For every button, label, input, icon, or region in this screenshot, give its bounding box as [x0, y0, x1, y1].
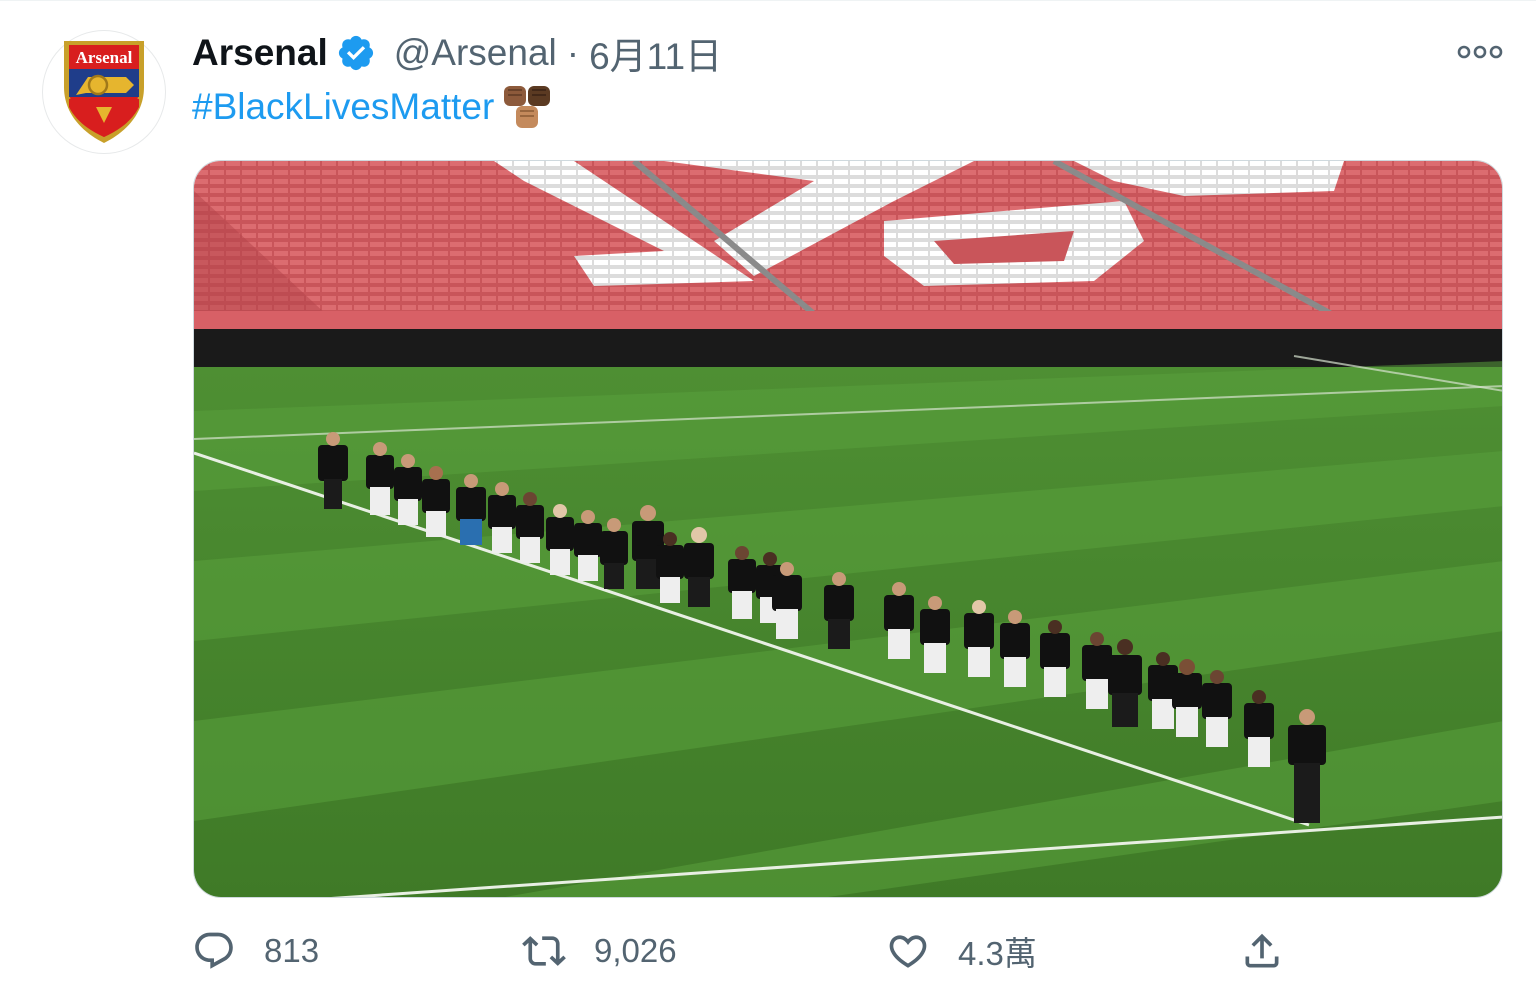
author-handle[interactable]: @Arsenal [394, 32, 557, 74]
tweet-date[interactable]: 6月11日 [589, 26, 722, 80]
more-dots-icon [1457, 45, 1503, 59]
arsenal-crest-icon: Arsenal [64, 41, 144, 143]
author-name[interactable]: Arsenal [192, 32, 328, 74]
retweet-button[interactable]: 9,026 [522, 920, 677, 982]
like-button[interactable]: 4.3萬 [886, 920, 1037, 982]
separator-dot: · [566, 32, 580, 73]
avatar[interactable]: Arsenal [42, 30, 166, 154]
tweet-photo[interactable] [193, 160, 1503, 898]
raised-fists-emoji-icon [498, 82, 554, 132]
photo-kneeling-players-stadium [194, 161, 1502, 897]
hashtag-link[interactable]: #BlackLivesMatter [192, 86, 494, 128]
tweet-header: Arsenal @Arsenal · 6月11日 [192, 28, 722, 78]
heart-icon [886, 929, 930, 973]
tweet-actions: 813 9,026 4.3萬 [192, 920, 1312, 982]
verified-badge-icon [336, 33, 376, 73]
more-options-button[interactable] [1452, 36, 1508, 68]
retweet-count: 9,026 [594, 932, 677, 969]
reply-button[interactable]: 813 [192, 920, 319, 982]
like-count: 4.3萬 [958, 935, 1037, 972]
tweet-text: #BlackLivesMatter [192, 82, 554, 132]
reply-icon [192, 929, 236, 973]
share-button[interactable] [1240, 920, 1284, 982]
share-icon [1240, 929, 1284, 973]
tweet[interactable]: Arsenal Arsenal @Arsenal · 6月11日 #BlackL… [0, 0, 1536, 991]
reply-count: 813 [264, 932, 320, 969]
crest-wordmark: Arsenal [76, 48, 133, 67]
retweet-icon [522, 929, 566, 973]
